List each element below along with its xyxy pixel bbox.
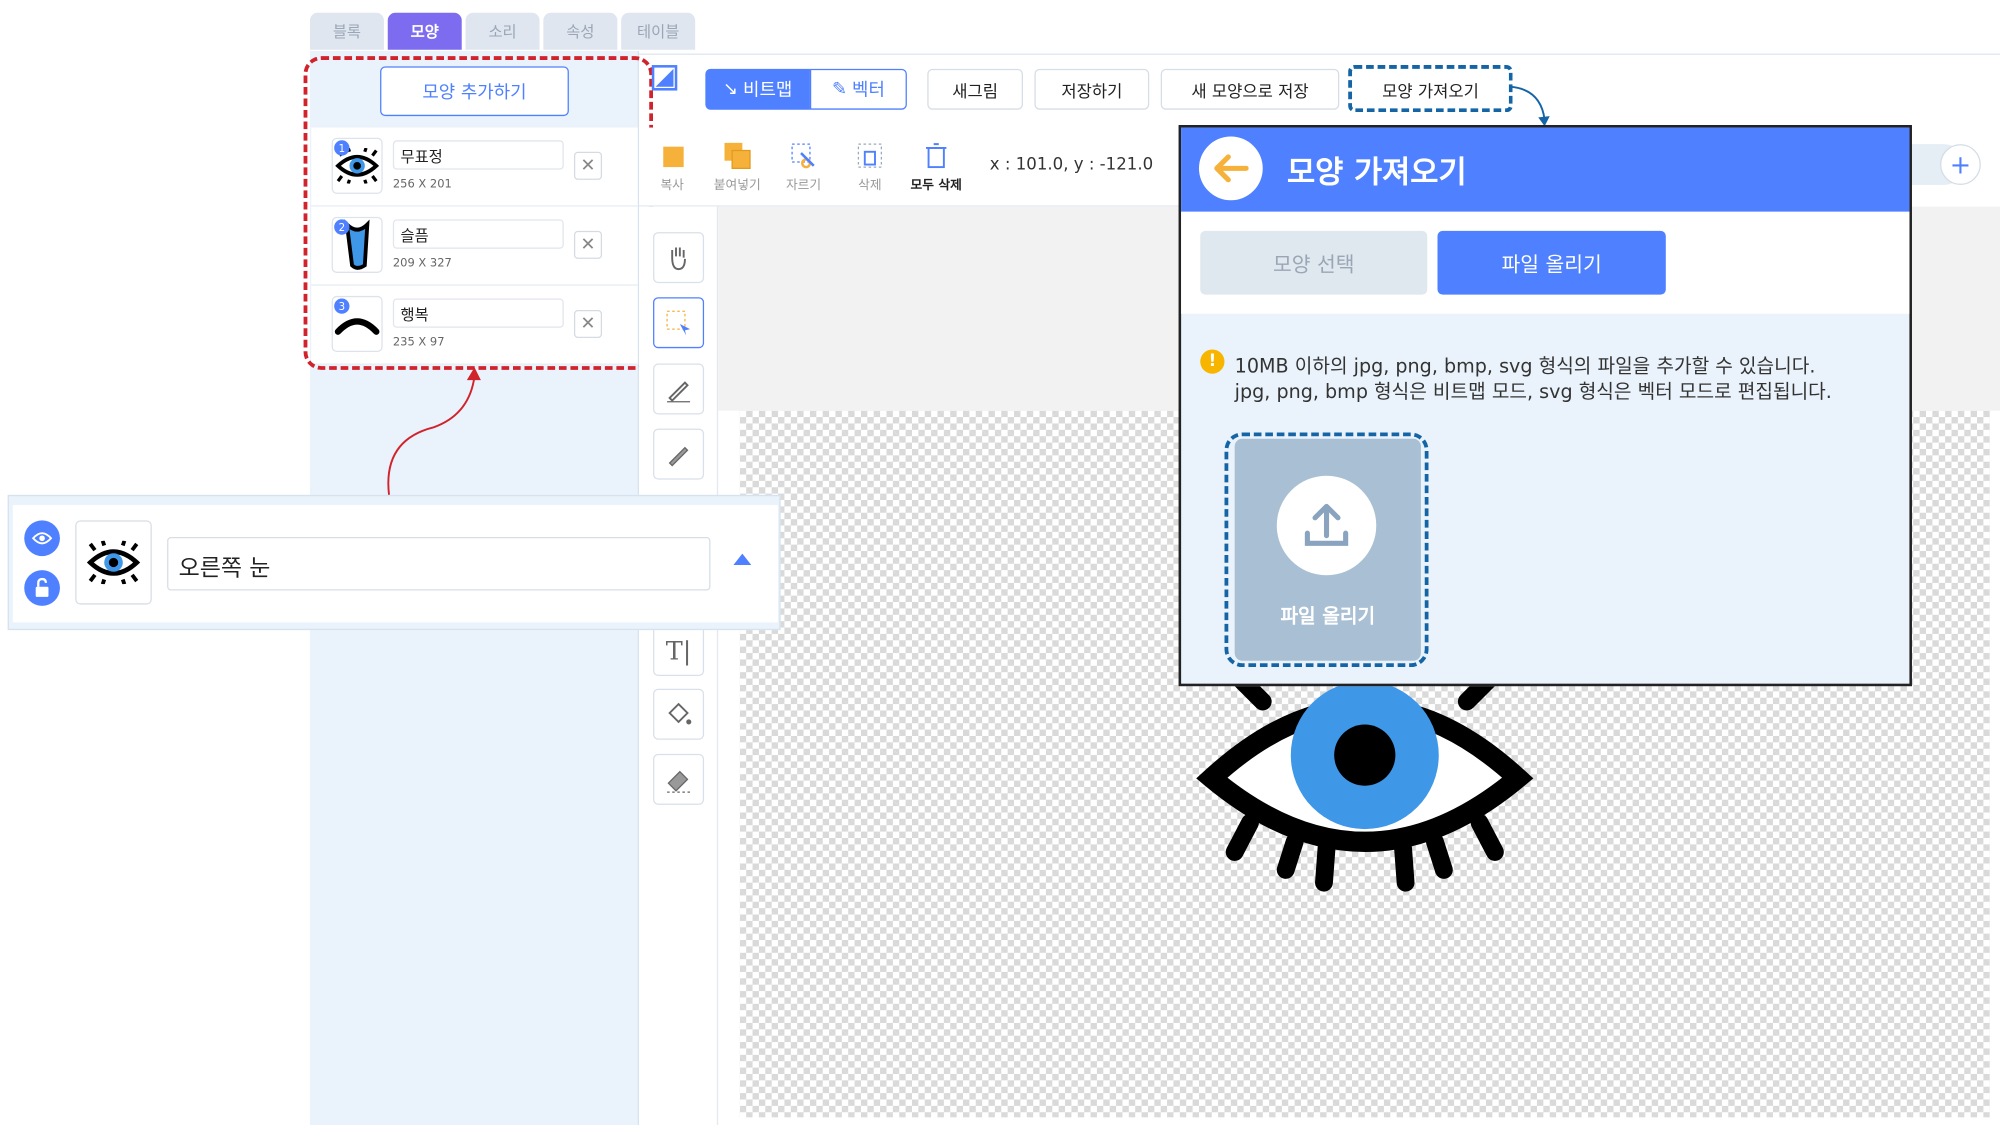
text-icon: T|: [665, 635, 692, 666]
eye-icon: [86, 540, 141, 585]
back-button[interactable]: [1198, 136, 1263, 201]
tab-sound[interactable]: 소리: [465, 12, 540, 50]
delete-label: 삭제: [858, 178, 882, 193]
caret-up-icon[interactable]: [733, 553, 752, 566]
save-as-new-button[interactable]: 새 모양으로 저장: [1160, 68, 1340, 110]
tab-shapes[interactable]: 모양: [387, 12, 462, 50]
copy-tool[interactable]: 복사: [642, 138, 703, 193]
bitmap-mode-button[interactable]: ↘ 비트맵: [705, 68, 810, 110]
paint-bucket-icon: [668, 702, 692, 725]
warning-icon: !: [1200, 349, 1225, 374]
import-button-highlight: [1348, 65, 1513, 113]
modal-title: 모양 가져오기: [1286, 154, 1467, 191]
vector-mode-button[interactable]: ✎ 벡터: [809, 68, 907, 110]
upload-info-line2: jpg, png, bmp 형식은 비트맵 모드, svg 형식은 벡터 모드로…: [1234, 380, 1832, 404]
hand-icon: [671, 247, 686, 271]
tab-blocks[interactable]: 블록: [309, 12, 384, 50]
text-tool[interactable]: T|: [653, 624, 705, 677]
arrow-left-icon: [1214, 154, 1249, 183]
paste-label: 붙여넣기: [713, 178, 761, 193]
eye-icon: [31, 532, 53, 545]
layer-name-field[interactable]: 오른쪽 눈: [167, 536, 711, 591]
upload-info-line1: 10MB 이하의 jpg, png, bmp, svg 형식의 파일을 추가할 …: [1234, 354, 1816, 378]
cut-tool[interactable]: 자르기: [773, 138, 834, 193]
hand-tool[interactable]: [653, 232, 705, 284]
layer-thumbnail: [75, 520, 152, 605]
delete-all-tool[interactable]: 모두 삭제: [906, 138, 967, 193]
delete-all-label: 모두 삭제: [910, 178, 962, 193]
tab-table[interactable]: 테이블: [621, 12, 696, 50]
copy-label: 복사: [660, 178, 684, 193]
fill-toggle-icon[interactable]: [651, 64, 679, 92]
lock-toggle[interactable]: [24, 570, 60, 606]
tab-upload-file[interactable]: 파일 올리기: [1437, 230, 1666, 295]
fill-tool[interactable]: [653, 688, 705, 740]
costume-number-badge: 3: [334, 298, 350, 314]
visibility-toggle[interactable]: [24, 520, 60, 557]
vector-label: 벡터: [852, 80, 885, 101]
select-icon: [666, 310, 691, 336]
delete-tool[interactable]: 삭제: [839, 138, 900, 193]
costume-number-badge: 2: [334, 219, 350, 235]
cut-label: 자르기: [785, 178, 822, 193]
zoom-in-button[interactable]: +: [1940, 144, 1981, 185]
scissors-icon: [791, 143, 815, 169]
eraser-tool[interactable]: [653, 753, 705, 805]
cursor-coordinates: x : 101.0, y : -121.0: [989, 155, 1154, 175]
copy-icon: [663, 146, 684, 168]
eraser-icon: [667, 770, 691, 793]
select-tool[interactable]: [653, 297, 705, 349]
save-button[interactable]: 저장하기: [1034, 68, 1150, 110]
pencil-tool[interactable]: [653, 428, 705, 480]
tab-properties[interactable]: 속성: [543, 12, 618, 50]
trash-all-icon: [926, 143, 947, 169]
unlock-icon: [35, 577, 49, 597]
new-drawing-button[interactable]: 새그림: [927, 68, 1023, 110]
bitmap-label: 비트맵: [743, 80, 793, 101]
tab-select-shape[interactable]: 모양 선택: [1200, 230, 1428, 295]
paste-icon: [724, 142, 751, 170]
tab-bar: 블록 모양 소리 속성 테이블: [309, 12, 696, 50]
pen-icon: ✎: [831, 79, 847, 100]
pencil-icon: [668, 446, 689, 467]
costume-list-highlight: [303, 56, 654, 370]
costume-number-badge: 1: [334, 140, 350, 156]
eye-drawing[interactable]: [1186, 663, 1543, 905]
pen-tool[interactable]: [653, 363, 705, 415]
divider: [639, 53, 2000, 55]
pen-icon: [667, 381, 691, 403]
upload-highlight: [1224, 432, 1429, 668]
brush-icon: ↘: [722, 79, 738, 100]
paste-tool[interactable]: 붙여넣기: [707, 138, 768, 193]
trash-icon: [857, 143, 883, 168]
